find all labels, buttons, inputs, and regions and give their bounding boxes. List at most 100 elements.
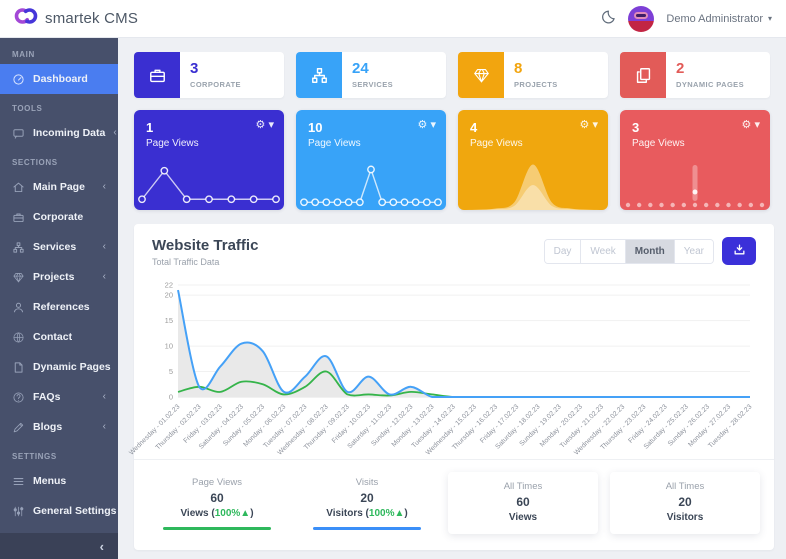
chevron-icon: ‹ (103, 392, 106, 402)
stat-value: 8 (514, 61, 558, 78)
panel-subtitle: Total Traffic Data (152, 257, 258, 267)
page-views-value: 3 (632, 120, 758, 135)
stat-label: SERVICES (352, 80, 393, 89)
sidebar-item-main-page[interactable]: Main Page‹ (0, 172, 118, 202)
stat-card-projects: 8PROJECTS (458, 52, 608, 98)
stat-value: 24 (352, 61, 393, 78)
briefcase-icon (134, 52, 180, 98)
page-views-card: 10 Page Views ⚙ ▾ (296, 110, 446, 210)
question-icon (12, 391, 25, 404)
range-button-year[interactable]: Year (674, 240, 713, 263)
sidebar-item-blogs[interactable]: Blogs ‹ (0, 412, 118, 442)
panel-title: Website Traffic (152, 237, 258, 254)
range-button-day[interactable]: Day (545, 240, 581, 263)
svg-text:15: 15 (165, 316, 173, 325)
summary-label: All Times (454, 481, 592, 492)
briefcase-icon (12, 211, 25, 224)
sidebar-section-label: SETTINGS (0, 442, 118, 466)
traffic-panel-header: Website Traffic Total Traffic Data DayWe… (134, 224, 774, 271)
summary-value: 20 (298, 491, 436, 505)
chevron-icon: ‹ (103, 422, 106, 432)
sidebar-section-label: MAIN (0, 40, 118, 64)
summary-label: Visits (298, 477, 436, 488)
chevron-icon: ‹ (103, 182, 106, 192)
summary-column: Visits 20 Visitors (100%▲) (298, 477, 436, 530)
gear-icon[interactable]: ⚙ ▾ (256, 118, 274, 131)
x-axis-label: Friday - 24.02.23 (627, 403, 668, 444)
app-header: smartek CMS Demo Administrator ▾ (0, 0, 786, 38)
download-icon (733, 243, 746, 259)
sidebar-item-references[interactable]: References (0, 292, 118, 322)
summary-percent: 100%▲ (215, 508, 250, 519)
x-axis-label: Friday - 03.02.23 (182, 403, 223, 444)
sidebar-item-projects[interactable]: Projects‹ (0, 262, 118, 292)
panel-actions: DayWeekMonthYear (544, 237, 756, 265)
sidebar-item-webmaster[interactable]: Webmaster‹ (0, 526, 118, 533)
sidebar-section-label: TOOLS (0, 94, 118, 118)
download-button[interactable] (722, 237, 756, 265)
user-menu[interactable]: Demo Administrator ▾ (666, 13, 772, 25)
sidebar-item-label: Contact (33, 331, 72, 343)
sidebar-item-label: Dynamic Pages (33, 361, 111, 373)
mini-chart (296, 158, 446, 210)
summary-subtext: Visitors (100%▲) (298, 508, 436, 519)
svg-text:5: 5 (169, 367, 173, 376)
sidebar-collapse[interactable]: ‹ (0, 533, 118, 559)
sidebar-item-corporate[interactable]: Corporate (0, 202, 118, 232)
chevron-left-icon: ‹ (100, 539, 104, 554)
caret-down-icon: ▾ (768, 14, 772, 23)
all-times-card: All Times60Views (448, 472, 598, 534)
summary-label: Page Views (148, 477, 286, 488)
page-views-label: Page Views (308, 138, 434, 149)
sidebar-nav: MAINDashboardTOOLSIncoming Data‹SECTIONS… (0, 38, 118, 533)
range-button-group: DayWeekMonthYear (544, 239, 714, 264)
sidebar-item-dashboard[interactable]: Dashboard (0, 64, 118, 94)
gem-icon (12, 271, 25, 284)
summary-sub-name: Views ( (180, 508, 214, 519)
avatar-visor (634, 12, 648, 19)
user-icon (12, 301, 25, 314)
page-views-value: 10 (308, 120, 434, 135)
summary-value: 60 (454, 495, 592, 509)
brand-logo-icon (14, 5, 38, 32)
gear-icon[interactable]: ⚙ ▾ (580, 118, 598, 131)
page-views-label: Page Views (632, 138, 758, 149)
traffic-chart: 0510152022Wednesday - 01.02.23Thursday -… (134, 271, 774, 459)
x-axis-label: Friday - 10.02.23 (331, 403, 372, 444)
gear-icon[interactable]: ⚙ ▾ (742, 118, 760, 131)
traffic-panel: Website Traffic Total Traffic Data DayWe… (134, 224, 774, 550)
pencil-icon (12, 421, 25, 434)
range-button-month[interactable]: Month (625, 240, 674, 263)
sidebar-item-general-settings[interactable]: General Settings (0, 496, 118, 526)
sidebar-item-dynamic-pages[interactable]: Dynamic Pages (0, 352, 118, 382)
stat-card-dynamic-pages: 2DYNAMIC PAGES (620, 52, 770, 98)
sidebar-item-menus[interactable]: Menus (0, 466, 118, 496)
page-views-label: Page Views (146, 138, 272, 149)
range-button-week[interactable]: Week (580, 240, 624, 263)
gear-icon[interactable]: ⚙ ▾ (418, 118, 436, 131)
sidebar-item-services[interactable]: Services‹ (0, 232, 118, 262)
sidebar-item-label: Incoming Data (33, 127, 105, 139)
main-content: 3CORPORATE24SERVICES8PROJECTS2DYNAMIC PA… (118, 38, 786, 559)
sidebar-item-contact[interactable]: Contact (0, 322, 118, 352)
stat-value: 2 (676, 61, 744, 78)
sliders-icon (12, 505, 25, 518)
sidebar-section-label: SECTIONS (0, 148, 118, 172)
summary-progress-bar (313, 527, 421, 530)
summary-subtext: Views (100%▲) (148, 508, 286, 519)
mini-chart (458, 158, 608, 210)
page-views-card: 4Page Views⚙ ▾ (458, 110, 608, 210)
avatar[interactable] (628, 6, 654, 32)
sidebar-item-label: Blogs (33, 421, 62, 433)
sidebar-item-faqs[interactable]: FAQs‹ (0, 382, 118, 412)
summary-percent: 100%▲ (369, 508, 404, 519)
sitemap-icon (296, 52, 342, 98)
sidebar-item-label: Menus (33, 475, 66, 487)
summary-value: 20 (616, 495, 754, 509)
summary-column: Page Views60Views (100%▲) (148, 477, 286, 530)
page-views-card: 1Page Views⚙ ▾ (134, 110, 284, 210)
brand: smartek CMS (14, 5, 138, 32)
dark-mode-toggle[interactable] (599, 9, 616, 29)
sidebar-item-incoming-data[interactable]: Incoming Data‹ (0, 118, 118, 148)
stat-cards-row: 3CORPORATE24SERVICES8PROJECTS2DYNAMIC PA… (134, 52, 774, 98)
